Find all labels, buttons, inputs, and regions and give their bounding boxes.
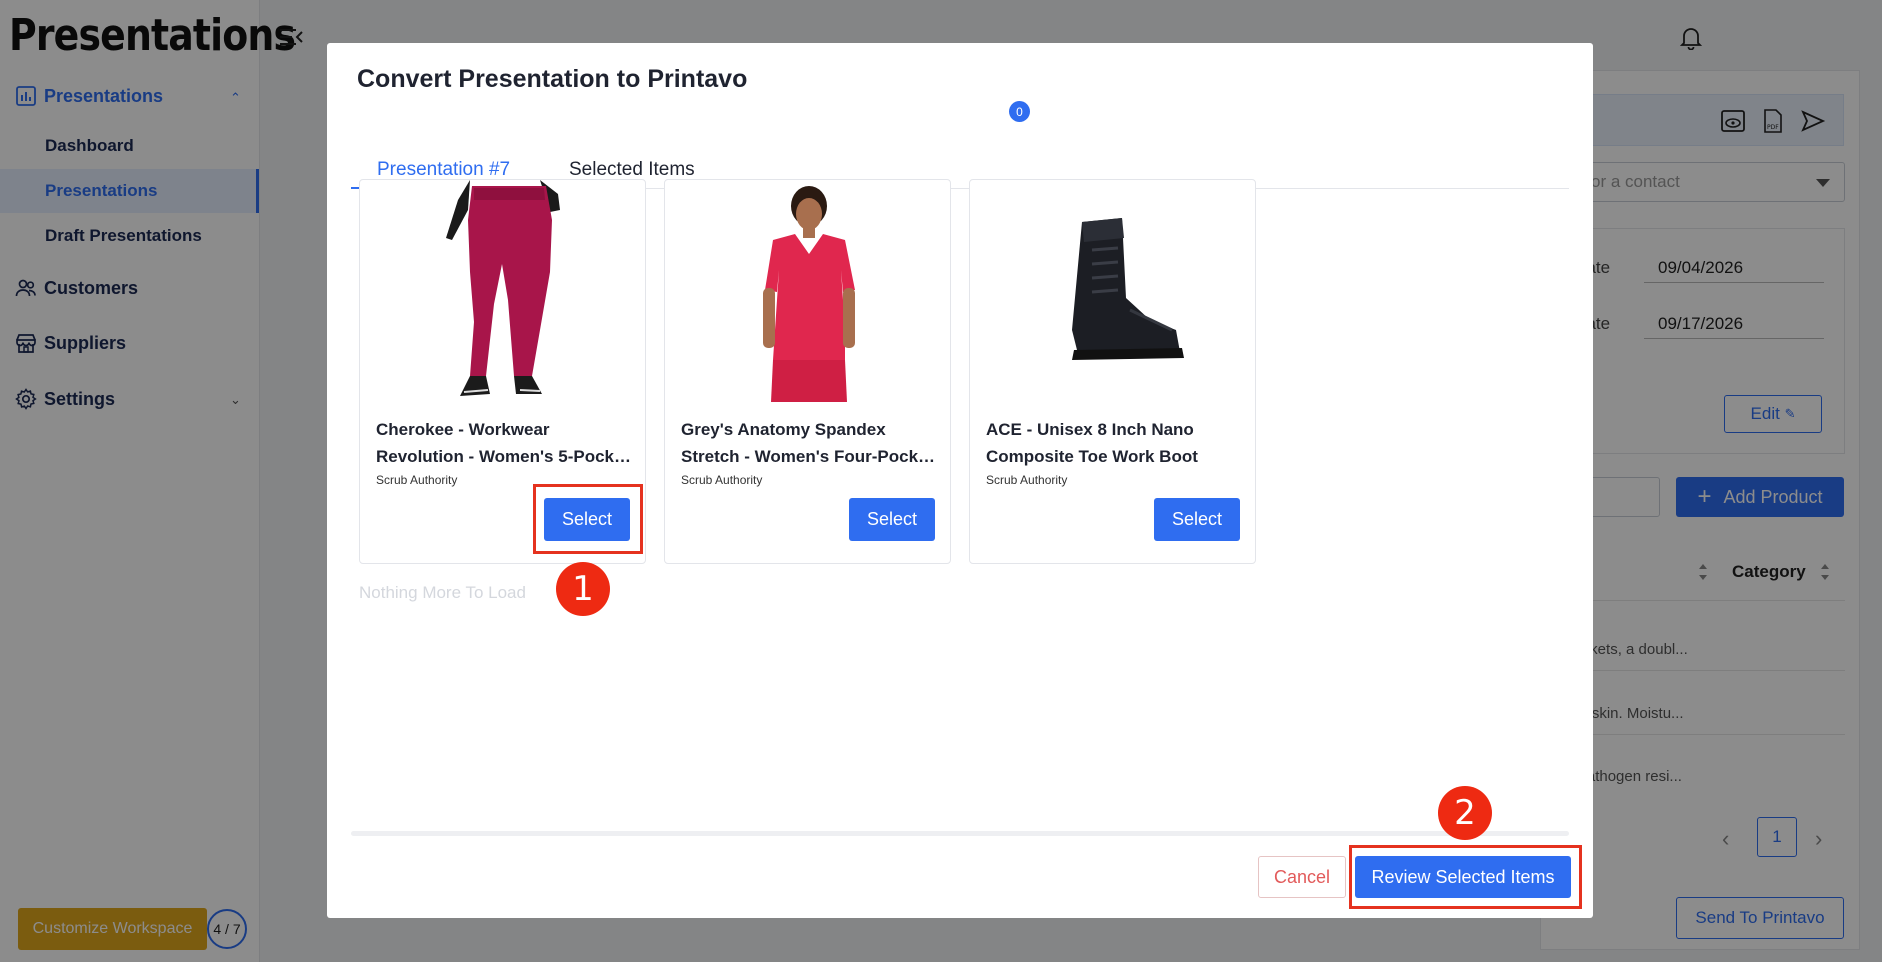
- step-badge-2: 2: [1438, 786, 1492, 840]
- select-button[interactable]: Select: [849, 498, 935, 541]
- boot-image: [1072, 218, 1184, 360]
- product-supplier: Scrub Authority: [681, 473, 763, 487]
- product-card: Grey's Anatomy Spandex Stretch - Women's…: [664, 179, 951, 564]
- product-name: Cherokee - Workwear Revolution - Women's…: [376, 420, 630, 466]
- select-button[interactable]: Select: [1154, 498, 1240, 541]
- product-card: ACE - Unisex 8 Inch Nano Composite Toe W…: [969, 179, 1256, 564]
- highlight-box-step-2: [1349, 845, 1582, 909]
- product-supplier: Scrub Authority: [376, 473, 458, 487]
- selected-count-badge: 0: [1009, 101, 1030, 122]
- pants-image: [446, 180, 560, 396]
- cancel-button[interactable]: Cancel: [1258, 856, 1346, 898]
- product-supplier: Scrub Authority: [986, 473, 1068, 487]
- nothing-more-label: Nothing More To Load: [359, 583, 526, 602]
- top-image: [763, 186, 855, 402]
- step-badge-1: 1: [556, 562, 610, 616]
- modal-footer-divider: [351, 831, 1569, 836]
- modal-title: Convert Presentation to Printavo: [357, 65, 748, 93]
- convert-presentation-modal: Convert Presentation to Printavo Present…: [327, 43, 1593, 918]
- product-name: Grey's Anatomy Spandex Stretch - Women's…: [681, 420, 934, 466]
- product-name: ACE - Unisex 8 Inch Nano Composite Toe W…: [986, 420, 1198, 466]
- highlight-box-step-1: [533, 484, 643, 554]
